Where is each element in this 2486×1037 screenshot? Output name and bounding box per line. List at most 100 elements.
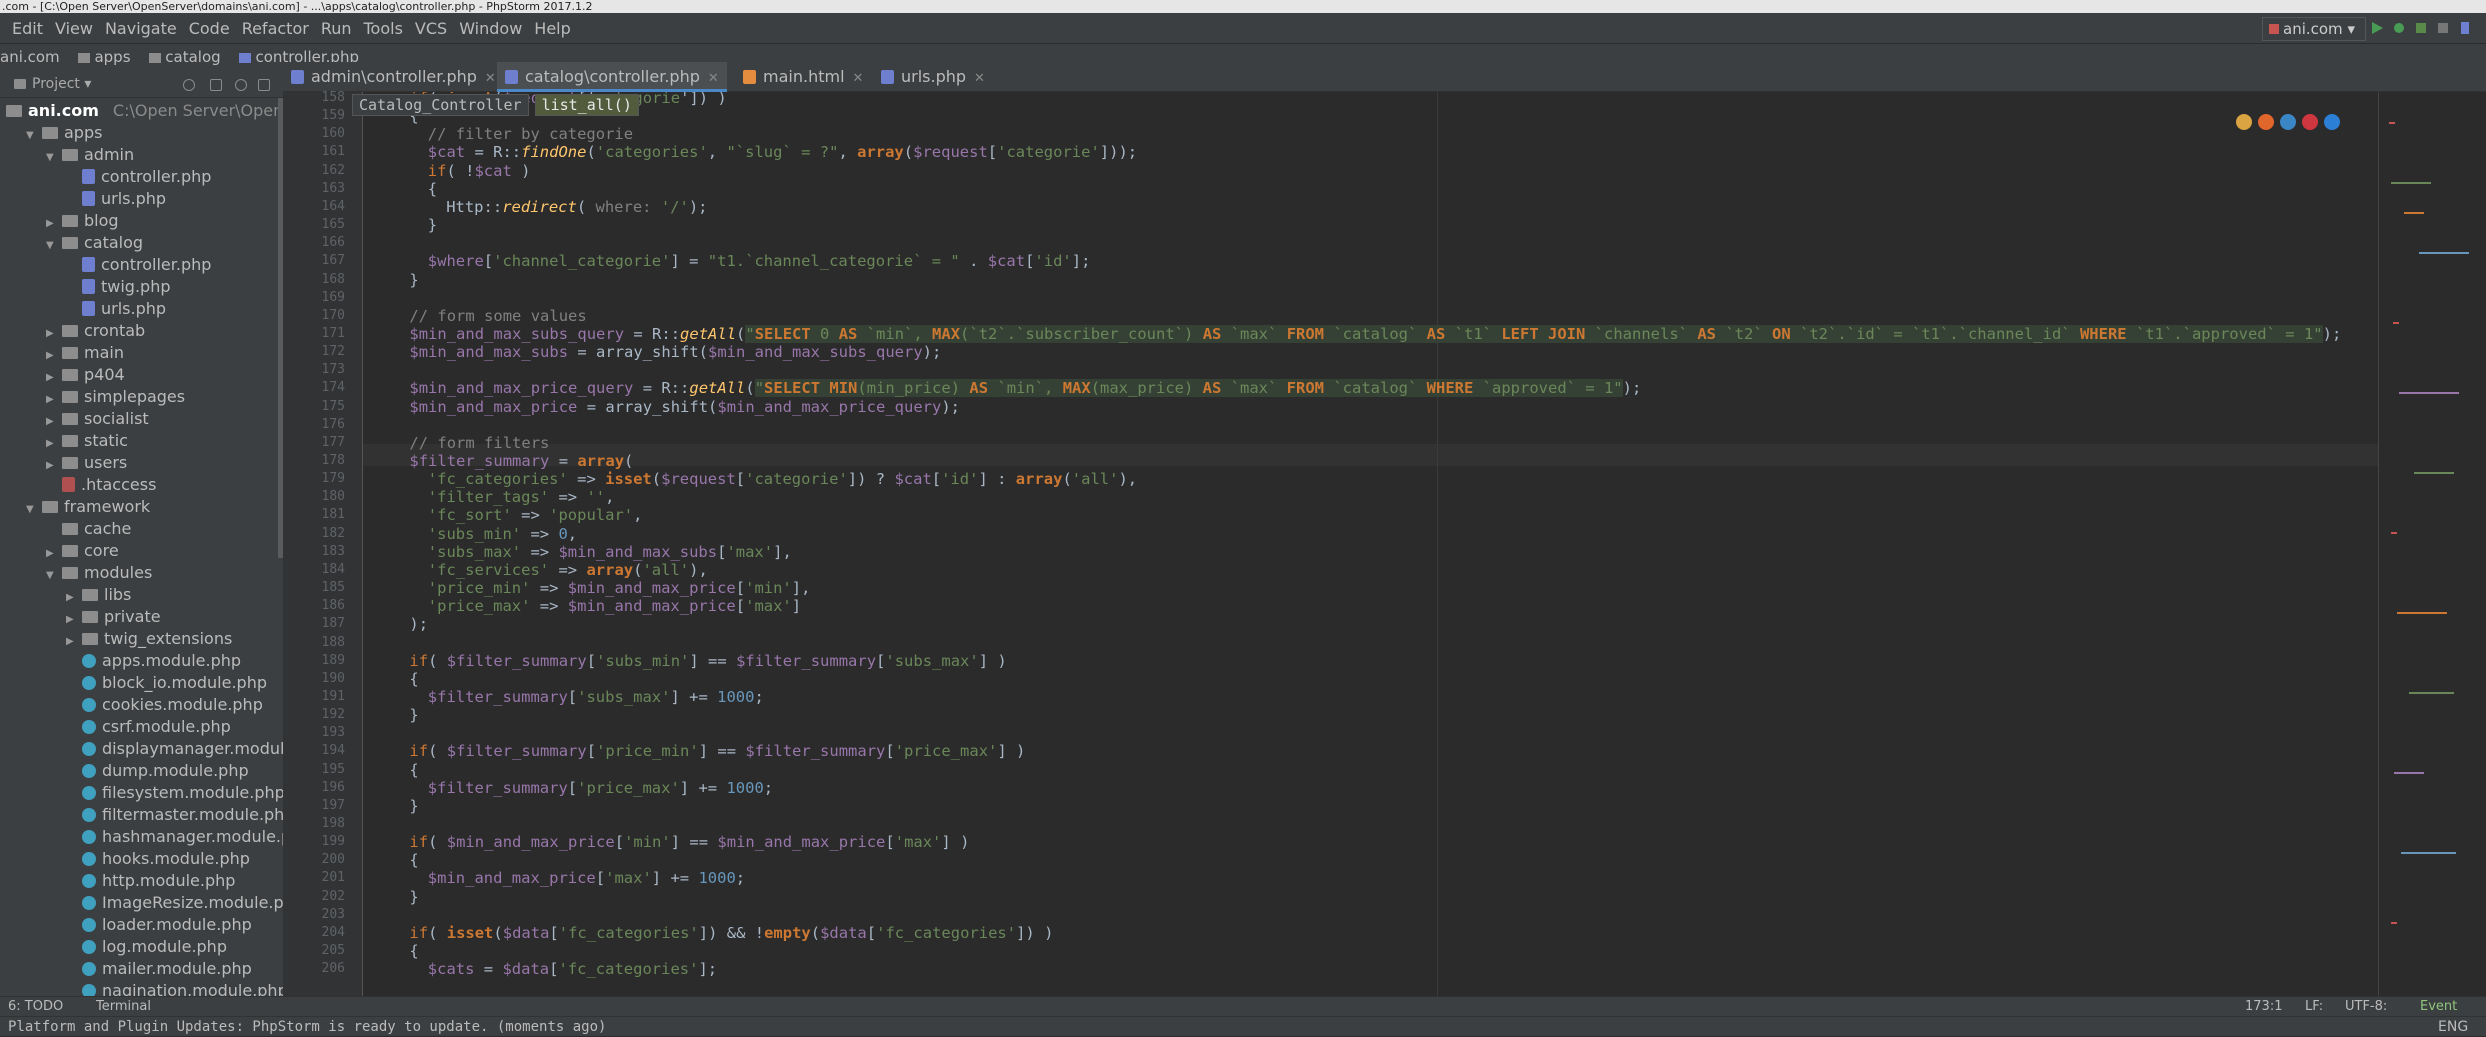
menu-item-refactor[interactable]: Refactor <box>242 13 309 44</box>
tree-item[interactable]: urls.php <box>66 298 166 320</box>
tree-item[interactable]: urls.php <box>66 188 166 210</box>
tree-item[interactable]: ▶ crontab <box>46 320 145 342</box>
tree-item[interactable]: twig.php <box>66 276 171 298</box>
tree-item[interactable]: ▼ admin <box>46 144 134 166</box>
tree-item[interactable]: ▶ main <box>46 342 124 364</box>
code-line[interactable]: 'subs_max' => $min_and_max_subs['max'], <box>428 542 792 562</box>
tree-item[interactable]: http.module.php <box>66 870 235 892</box>
code-line[interactable]: if( $filter_summary['subs_min'] == $filt… <box>409 651 1006 671</box>
code-line[interactable]: 'price_max' => $min_and_max_price['max'] <box>428 596 801 616</box>
tree-item[interactable]: ▶ static <box>46 430 128 452</box>
tree-item[interactable]: cookies.module.php <box>66 694 263 716</box>
event-log-button[interactable]: Event <box>2420 997 2457 1017</box>
tree-item[interactable]: ▶ simplepages <box>46 386 185 408</box>
code-line[interactable]: // filter by categorie <box>428 124 633 144</box>
breadcrumb-method[interactable]: list_all() <box>534 94 639 116</box>
terminal-tool-button[interactable]: Terminal <box>96 997 151 1017</box>
code-line[interactable]: if( isset($data['fc_categories']) && !em… <box>409 923 1053 943</box>
close-icon[interactable]: ✕ <box>708 71 719 86</box>
code-line[interactable]: $min_and_max_price['max'] += 1000; <box>428 868 745 888</box>
line-separator[interactable]: LF: <box>2305 997 2323 1017</box>
nav-catalog[interactable]: catalog <box>165 48 220 66</box>
tree-item[interactable]: ▶ socialist <box>46 408 149 430</box>
code-line[interactable]: } <box>409 270 418 290</box>
nav-apps[interactable]: apps <box>94 48 130 66</box>
chevron-down-icon[interactable]: ▼ <box>26 125 36 147</box>
tree-item[interactable]: ▼ framework <box>26 496 150 518</box>
code-line[interactable]: if( $filter_summary['price_min'] == $fil… <box>409 741 1025 761</box>
code-line[interactable]: $min_and_max_price_query = R::getAll("SE… <box>409 378 1641 398</box>
debug-icon[interactable] <box>2392 21 2406 35</box>
code-line[interactable]: ); <box>409 614 428 634</box>
tree-item[interactable]: csrf.module.php <box>66 716 231 738</box>
tree-item[interactable]: filesystem.module.php <box>66 782 283 804</box>
tree-item[interactable]: ▶ private <box>66 606 161 628</box>
tree-item[interactable]: ▼ modules <box>46 562 152 584</box>
tree-item[interactable]: hashmanager.module.php <box>66 826 283 848</box>
code-line[interactable]: } <box>409 705 418 725</box>
menu-item-edit[interactable]: Edit <box>12 13 43 44</box>
tree-item[interactable]: ▶ users <box>46 452 127 474</box>
tree-item[interactable]: log.module.php <box>66 936 227 958</box>
tree-item[interactable]: ▶ blog <box>46 210 119 232</box>
tree-item[interactable]: displaymanager.module.ph <box>66 738 283 760</box>
gear-icon[interactable] <box>235 79 247 91</box>
code-line[interactable]: { <box>409 941 418 961</box>
code-line[interactable]: // form some values <box>409 306 586 326</box>
code-line[interactable]: $cats = $data['fc_categories']; <box>428 959 717 979</box>
menu-item-window[interactable]: Window <box>459 13 522 44</box>
code-line[interactable]: 'price_min' => $min_and_max_price['min']… <box>428 578 811 598</box>
tree-item[interactable]: apps.module.php <box>66 650 241 672</box>
close-icon[interactable]: ✕ <box>974 71 985 86</box>
chevron-down-icon[interactable]: ▼ <box>26 499 36 521</box>
ie-icon[interactable] <box>2324 114 2340 130</box>
tree-item[interactable]: ▶ twig_extensions <box>66 628 232 650</box>
tree-item[interactable]: block_io.module.php <box>66 672 267 694</box>
code-line[interactable]: $min_and_max_subs_query = R::getAll("SEL… <box>409 324 2341 344</box>
collapse-icon[interactable] <box>210 79 222 91</box>
code-line[interactable]: 'fc_sort' => 'popular', <box>428 505 643 525</box>
tree-root[interactable]: ani.com C:\Open Server\OpenServ <box>6 100 283 122</box>
code-line[interactable]: $cat = R::findOne('categories', "`slug` … <box>428 142 1137 162</box>
stop-icon[interactable] <box>2436 21 2450 35</box>
code-line[interactable]: { <box>409 850 418 870</box>
firefox-icon[interactable] <box>2258 114 2274 130</box>
tree-item[interactable]: filtermaster.module.php <box>66 804 283 826</box>
chevron-down-icon[interactable]: ▼ <box>46 147 56 169</box>
tree-item[interactable]: ▶ core <box>46 540 119 562</box>
tree-item[interactable]: dump.module.php <box>66 760 249 782</box>
tree-item[interactable]: .htaccess <box>46 474 156 496</box>
tree-item[interactable]: mailer.module.php <box>66 958 252 980</box>
tree-item[interactable]: ▶ p404 <box>46 364 125 386</box>
tree-item[interactable]: hooks.module.php <box>66 848 250 870</box>
tree-item[interactable]: ▶ libs <box>66 584 131 606</box>
tree-item[interactable]: controller.php <box>66 166 211 188</box>
run-icon[interactable] <box>2370 21 2384 35</box>
menu-item-navigate[interactable]: Navigate <box>105 13 177 44</box>
tree-item[interactable]: loader.module.php <box>66 914 252 936</box>
code-line[interactable]: if( $min_and_max_price['min'] == $min_an… <box>409 832 969 852</box>
code-line[interactable]: if( !$cat ) <box>428 161 531 181</box>
opera-icon[interactable] <box>2302 114 2318 130</box>
code-line[interactable]: { <box>428 179 437 199</box>
code-line[interactable]: $min_and_max_subs = array_shift($min_and… <box>409 342 941 362</box>
code-line[interactable]: $filter_summary['price_max'] += 1000; <box>428 778 773 798</box>
chevron-down-icon[interactable]: ▼ <box>46 235 56 257</box>
tree-item[interactable]: nagination.module.php <box>66 980 283 996</box>
safari-icon[interactable] <box>2280 114 2296 130</box>
code-line[interactable]: 'fc_services' => array('all'), <box>428 560 708 580</box>
project-panel-label[interactable]: Project <box>32 76 80 92</box>
code-line[interactable]: 'fc_categories' => isset($request['categ… <box>428 469 1137 489</box>
tab-main-html[interactable]: main.html ✕ <box>735 62 865 92</box>
menu-item-run[interactable]: Run <box>321 13 352 44</box>
menu-item-view[interactable]: View <box>55 13 93 44</box>
menu-item-help[interactable]: Help <box>534 13 570 44</box>
code-line[interactable]: $where['channel_categorie'] = "t1.`chann… <box>428 251 1091 271</box>
tree-item[interactable]: ▼ apps <box>26 122 102 144</box>
code-line[interactable]: 'filter_tags' => '', <box>428 487 615 507</box>
tree-item[interactable]: ImageResize.module.php <box>66 892 283 914</box>
code-line[interactable]: Http::redirect( where: '/'); <box>446 197 707 217</box>
coverage-icon[interactable] <box>2414 21 2428 35</box>
code-line[interactable]: // form filters <box>409 433 549 453</box>
code-line[interactable]: } <box>409 887 418 907</box>
